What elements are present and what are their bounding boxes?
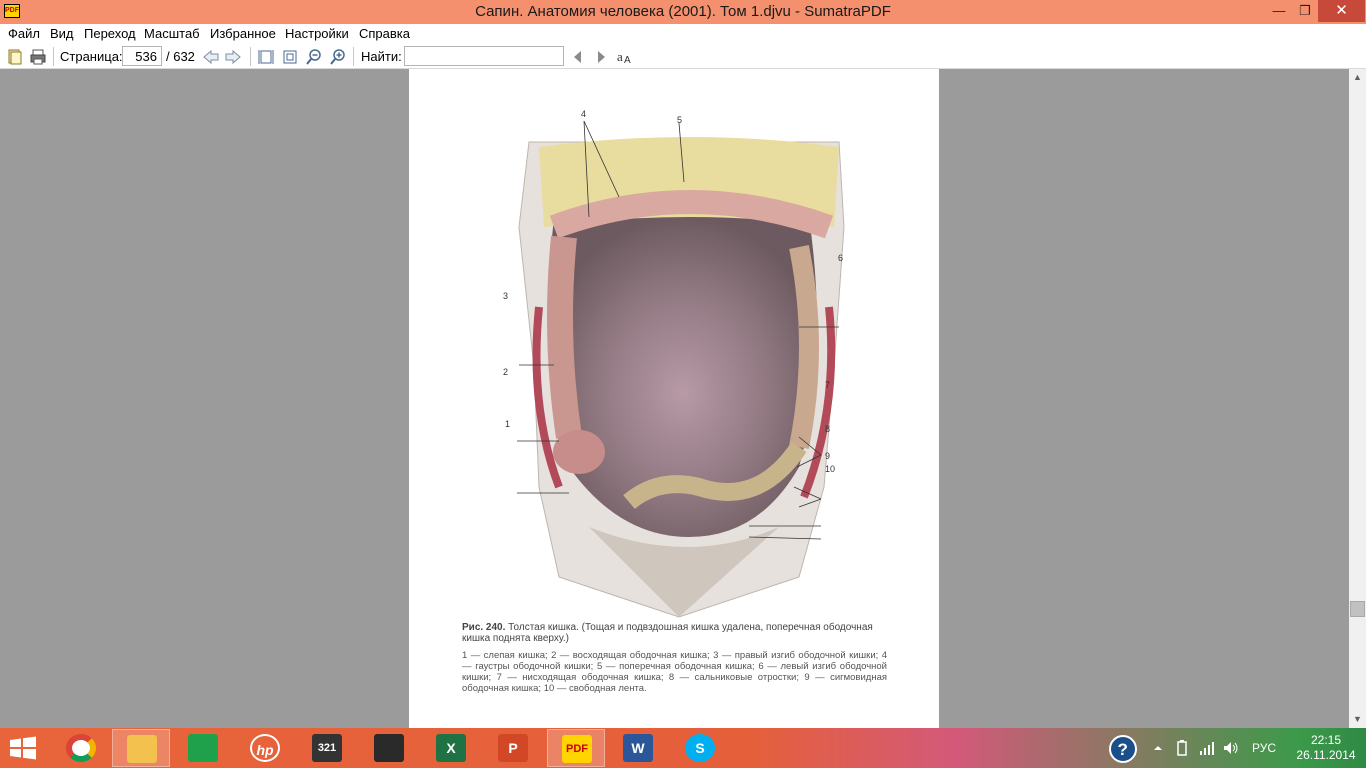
page-label: Страница:	[60, 49, 123, 64]
chrome-icon	[66, 734, 96, 762]
callout-label: 3	[503, 291, 509, 301]
open-icon[interactable]	[6, 48, 24, 66]
taskbar-app-chrome[interactable]	[52, 729, 110, 767]
fit-width-icon[interactable]	[281, 48, 299, 66]
menu-bar: Файл Вид Переход Масштаб Избранное Настр…	[0, 24, 1366, 44]
help-icon[interactable]: ?	[1108, 734, 1138, 764]
word-icon: W	[623, 734, 653, 762]
callout-label: 2	[503, 367, 509, 377]
taskbar-app-media-player[interactable]: 321	[298, 729, 356, 767]
caption-title: Рис. 240.	[462, 622, 506, 633]
film-icon: 321	[312, 734, 342, 762]
store-icon	[188, 734, 218, 762]
app-icon	[374, 734, 404, 762]
powerpoint-icon: P	[498, 734, 528, 762]
menu-zoom[interactable]: Масштаб	[144, 26, 200, 41]
scroll-thumb[interactable]	[1350, 601, 1365, 617]
svg-text:a: a	[617, 49, 623, 64]
taskbar-app-word[interactable]: W	[609, 729, 667, 767]
zoom-out-icon[interactable]	[305, 48, 323, 66]
callout-label: 9	[825, 451, 831, 461]
menu-view[interactable]: Вид	[50, 26, 74, 41]
find-input[interactable]	[404, 46, 564, 66]
prev-page-icon[interactable]	[202, 48, 220, 66]
callout-label: 6	[838, 253, 844, 263]
skype-icon: S	[685, 734, 715, 762]
toolbar: Страница: / 632 Найти: a A	[0, 44, 1366, 69]
callout-label: 7	[825, 380, 831, 390]
taskbar-app-powerpoint[interactable]: P	[484, 729, 542, 767]
figure-legend: 1 — слепая кишка; 2 — восходящая ободочн…	[462, 650, 887, 694]
volume-icon[interactable]	[1222, 739, 1240, 757]
folder-icon	[127, 735, 157, 763]
tray-expand-icon[interactable]	[1152, 742, 1164, 754]
maximize-button[interactable]: ❐	[1292, 0, 1318, 22]
toolbar-separator	[250, 47, 251, 66]
taskbar-app-skype[interactable]: S	[671, 729, 729, 767]
next-page-icon[interactable]	[224, 48, 242, 66]
scroll-up-icon[interactable]: ▲	[1349, 69, 1366, 86]
find-next-icon[interactable]	[592, 48, 610, 66]
clock-time: 22:15	[1310, 733, 1342, 747]
network-icon[interactable]	[1198, 739, 1216, 757]
zoom-in-icon[interactable]	[329, 48, 347, 66]
match-case-icon[interactable]: a A	[616, 48, 634, 66]
title-bar: PDF Сапин. Анатомия человека (2001). Том…	[0, 0, 1366, 24]
sumatra-icon: PDF	[562, 735, 592, 763]
menu-file[interactable]: Файл	[8, 26, 40, 41]
power-icon[interactable]	[1174, 739, 1190, 757]
taskbar-app-excel[interactable]: X	[422, 729, 480, 767]
language-indicator[interactable]: РУС	[1252, 741, 1276, 757]
callout-label: 10	[825, 464, 836, 474]
callout-label: 8	[825, 424, 831, 434]
find-label: Найти:	[361, 49, 402, 64]
menu-go[interactable]: Переход	[84, 26, 136, 41]
print-icon[interactable]	[29, 48, 47, 66]
toolbar-separator	[353, 47, 354, 66]
menu-settings[interactable]: Настройки	[285, 26, 349, 41]
document-viewport[interactable]: 4 5 6 3 2 7 1 8 9 10 Рис. 240. Толстая к…	[0, 69, 1349, 728]
taskbar-app-store[interactable]	[174, 729, 232, 767]
page-number-input[interactable]	[122, 46, 162, 66]
windows-start-icon[interactable]	[8, 736, 38, 760]
svg-text:A: A	[624, 55, 631, 66]
fit-page-icon[interactable]	[257, 48, 275, 66]
anatomy-illustration	[517, 120, 845, 618]
taskbar-app-generic[interactable]	[360, 729, 418, 767]
find-prev-icon[interactable]	[569, 48, 587, 66]
figure-caption: Рис. 240. Толстая кишка. (Тощая и подвзд…	[462, 622, 887, 694]
taskbar-app-hp[interactable]: hp	[236, 729, 294, 767]
clock-date: 26.11.2014	[1296, 748, 1356, 762]
callout-label: 4	[581, 109, 587, 119]
minimize-button[interactable]: —	[1266, 0, 1292, 22]
scroll-down-icon[interactable]: ▼	[1349, 711, 1366, 728]
window-title: Сапин. Анатомия человека (2001). Том 1.d…	[475, 3, 891, 20]
close-button[interactable]: ✕	[1318, 0, 1365, 22]
taskbar: hp 321 X P PDF W S ? РУС 22:15 26.11.201…	[0, 728, 1366, 768]
caption-text: Толстая кишка. (Тощая и подвздошная кишк…	[462, 622, 873, 644]
taskbar-app-explorer[interactable]	[112, 729, 170, 767]
vertical-scrollbar[interactable]: ▲ ▼	[1349, 69, 1366, 728]
callout-label: 1	[505, 419, 511, 429]
svg-text:?: ?	[1118, 740, 1128, 759]
hp-icon: hp	[250, 734, 280, 762]
excel-icon: X	[436, 734, 466, 762]
clock[interactable]: 22:15 26.11.2014	[1296, 733, 1356, 763]
taskbar-app-sumatrapdf[interactable]: PDF	[547, 729, 605, 767]
page-total: / 632	[166, 49, 195, 64]
menu-help[interactable]: Справка	[359, 26, 410, 41]
callout-label: 5	[677, 115, 683, 125]
menu-favorites[interactable]: Избранное	[210, 26, 276, 41]
document-page: 4 5 6 3 2 7 1 8 9 10 Рис. 240. Толстая к…	[409, 69, 939, 728]
toolbar-separator	[53, 47, 54, 66]
